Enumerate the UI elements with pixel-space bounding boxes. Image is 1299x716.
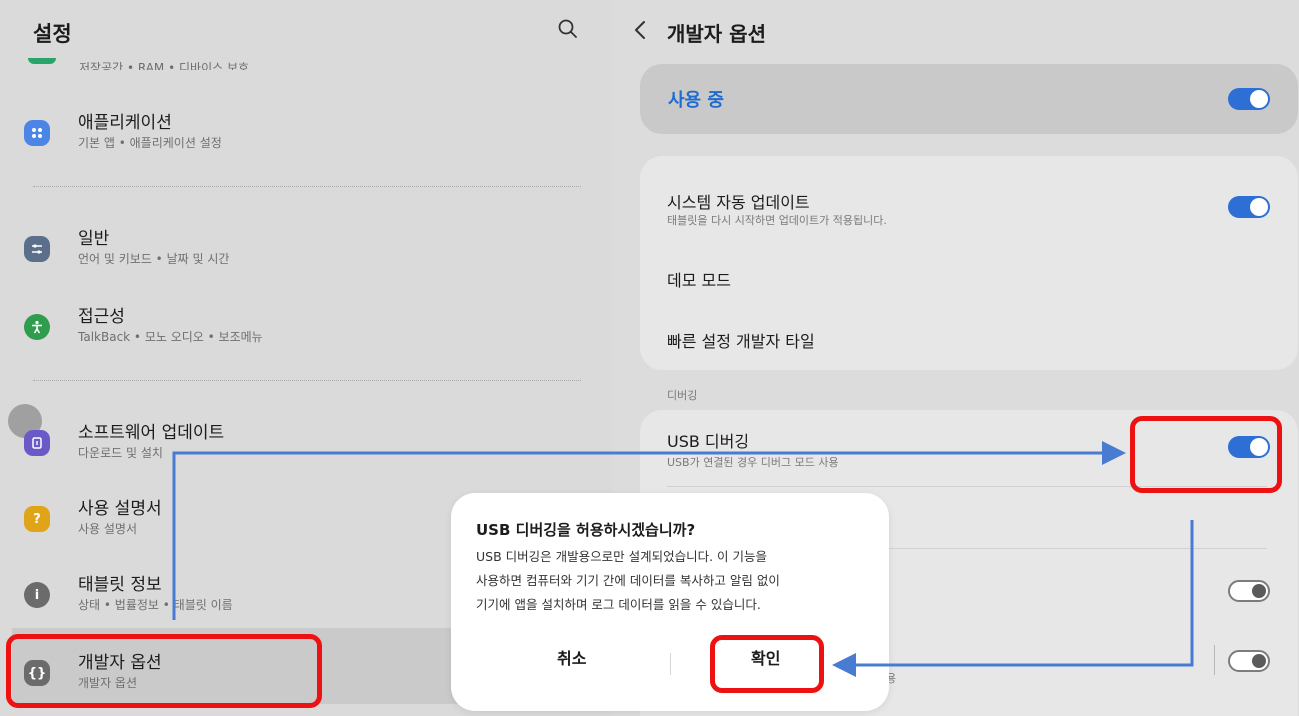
in-use-label: 사용 중 — [668, 90, 724, 111]
sidebar-item-subtitle: 다운로드 및 설치 — [78, 446, 163, 460]
apps-icon — [24, 120, 50, 146]
divider — [33, 380, 581, 381]
vertical-separator — [1214, 645, 1215, 675]
cancel-button[interactable]: 취소 — [557, 645, 586, 669]
dialog-button-separator — [670, 653, 671, 675]
page-title: 개발자 옵션 — [667, 22, 766, 46]
sidebar-item-subtitle: 언어 및 키보드 • 날짜 및 시간 — [78, 252, 230, 266]
demo-mode-item[interactable]: 데모 모드 — [667, 267, 731, 291]
option-toggle-off[interactable] — [1228, 580, 1270, 602]
auto-update-subtitle: 태블릿을 다시 시작하면 업데이트가 적용됩니다. — [667, 214, 887, 227]
sidebar-item-subtitle: 기본 앱 • 애플리케이션 설정 — [78, 136, 222, 150]
dialog-title: USB 디버깅을 허용하시겠습니까? — [476, 521, 696, 539]
sidebar-item-label: 애플리케이션 — [78, 113, 172, 133]
highlight-usb-toggle — [1130, 416, 1282, 493]
sidebar-item-software-update[interactable]: 소프트웨어 업데이트 다운로드 및 설치 — [22, 418, 592, 470]
sidebar-item-subtitle: 상태 • 법률정보 • 태블릿 이름 — [78, 598, 233, 612]
in-use-card[interactable]: 사용 중 — [640, 64, 1298, 134]
sidebar-item-subtitle: TalkBack • 모노 오디오 • 보조메뉴 — [78, 330, 263, 344]
info-icon: i — [24, 582, 50, 608]
sidebar-item-label: 사용 설명서 — [78, 499, 162, 519]
divider — [33, 186, 581, 187]
highlight-confirm-button — [710, 635, 824, 693]
dialog-body: USB 디버깅은 개발용으로만 설계되었습니다. 이 기능을 사용하면 컴퓨터와… — [476, 545, 871, 617]
sidebar-item-label: 태블릿 정보 — [78, 575, 162, 595]
dialog-body-line: 사용하면 컴퓨터와 기기 간에 데이터를 복사하고 알림 없이 — [476, 573, 780, 588]
sidebar-item-label: 일반 — [78, 229, 110, 249]
quick-tiles-item[interactable]: 빠른 설정 개발자 타일 — [667, 328, 815, 352]
cut-off-subtitle: 저장공간 • RAM • 디바이스 보호 — [79, 61, 250, 70]
accessibility-icon — [24, 314, 50, 340]
dialog-body-line: 기기에 앱을 설치하며 로그 데이터를 읽을 수 있습니다. — [476, 597, 761, 612]
section-header-debugging: 디버깅 — [667, 389, 698, 402]
back-arrow-icon[interactable] — [632, 20, 648, 40]
settings-title: 설정 — [33, 22, 72, 46]
sidebar-item-applications[interactable]: 애플리케이션 기본 앱 • 애플리케이션 설정 — [22, 108, 592, 160]
sliders-icon — [24, 236, 50, 262]
usb-debugging-subtitle: USB가 연결된 경우 디버그 모드 사용 — [667, 456, 839, 469]
search-icon[interactable] — [557, 18, 579, 40]
highlight-developer-options — [6, 634, 322, 708]
usb-debugging-title[interactable]: USB 디버깅 — [667, 428, 749, 452]
sidebar-item-label: 소프트웨어 업데이트 — [78, 423, 225, 443]
sidebar-item-accessibility[interactable]: 접근성 TalkBack • 모노 오디오 • 보조메뉴 — [22, 302, 592, 354]
cut-off-icon — [28, 58, 56, 64]
dialog-body-line: USB 디버깅은 개발용으로만 설계되었습니다. 이 기능을 — [476, 549, 768, 564]
in-use-toggle[interactable] — [1228, 88, 1270, 110]
sidebar-item-label: 접근성 — [78, 307, 125, 327]
auto-update-title[interactable]: 시스템 자동 업데이트 — [667, 189, 810, 213]
manual-icon: ? — [24, 506, 50, 532]
auto-update-toggle[interactable] — [1228, 196, 1270, 218]
sidebar-item-general[interactable]: 일반 언어 및 키보드 • 날짜 및 시간 — [22, 224, 592, 276]
sidebar-item-subtitle: 사용 설명서 — [78, 522, 138, 536]
update-icon — [24, 430, 50, 456]
option-toggle-off[interactable] — [1228, 650, 1270, 672]
